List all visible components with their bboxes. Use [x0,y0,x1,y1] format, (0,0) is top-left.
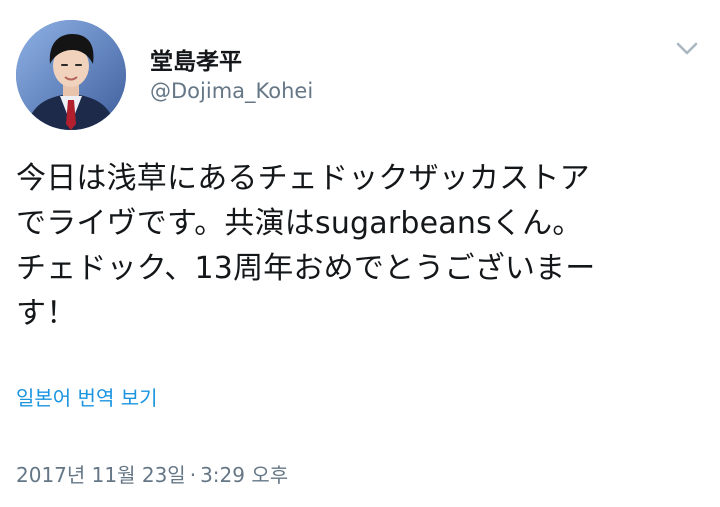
translate-link[interactable]: 일본어 번역 보기 [16,382,158,411]
tweet-timestamp[interactable]: 2017년 11월 23일 · 3:29 오후 [16,459,288,488]
timestamp-date: 2017년 11월 23일 [16,463,186,487]
tweet-text: 今日は浅草にあるチェドックザッカストア でライヴです。共演はsugarbeans… [16,161,596,331]
display-name[interactable]: 堂島孝平 [150,42,242,76]
avatar-image [16,20,126,130]
timestamp-time: 3:29 오후 [200,463,289,487]
user-handle[interactable]: @Dojima_Kohei [150,79,313,103]
tweet-card: 堂島孝平 @Dojima_Kohei 今日は浅草にあるチェドックザッカストア で… [0,0,720,507]
tweet-menu-button[interactable] [672,36,702,62]
chevron-down-icon [676,42,698,55]
timestamp-separator: · [189,463,197,487]
user-avatar[interactable] [16,20,126,130]
